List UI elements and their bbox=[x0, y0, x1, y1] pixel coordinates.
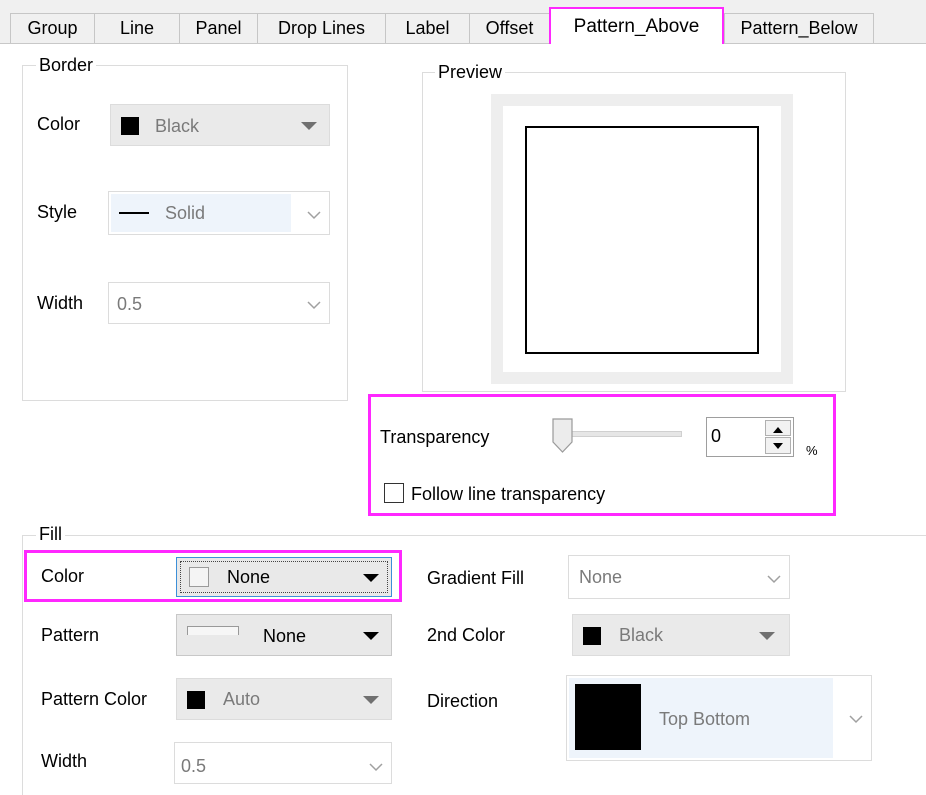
tab-drop-lines[interactable]: Drop Lines bbox=[257, 13, 386, 43]
tab-pattern-above-label: Pattern_Above bbox=[573, 15, 700, 37]
transparency-spinner[interactable]: 0 bbox=[706, 417, 794, 457]
second-color-combo[interactable]: Black bbox=[572, 614, 790, 656]
fill-color-combo[interactable]: None bbox=[176, 557, 392, 597]
transparency-slider-thumb[interactable] bbox=[552, 418, 574, 454]
tab-strip-baseline bbox=[0, 43, 926, 44]
border-group-legend: Border bbox=[36, 55, 97, 75]
transparency-slider-track[interactable] bbox=[556, 431, 682, 437]
tab-label-label: Label bbox=[405, 18, 450, 38]
preview-inner bbox=[503, 106, 781, 372]
focus-rect bbox=[180, 561, 388, 593]
tab-panel[interactable]: Panel bbox=[179, 13, 258, 43]
tab-panel-label: Panel bbox=[195, 18, 242, 38]
black-swatch-icon bbox=[121, 117, 139, 135]
border-width-combo[interactable]: 0.5 bbox=[108, 282, 330, 324]
gradient-fill-value: None bbox=[579, 567, 623, 587]
pattern-none-icon bbox=[187, 626, 239, 635]
spin-up-button[interactable] bbox=[765, 420, 791, 436]
gradient-fill-label: Gradient Fill bbox=[427, 568, 525, 588]
chevron-down-icon bbox=[767, 574, 781, 584]
tab-offset[interactable]: Offset bbox=[469, 13, 550, 43]
second-color-value: Black bbox=[619, 625, 664, 645]
preview-pattern-box bbox=[525, 126, 759, 354]
solid-line-icon bbox=[119, 212, 149, 214]
spin-down-button[interactable] bbox=[765, 437, 791, 454]
fill-width-value: 0.5 bbox=[181, 756, 207, 776]
fill-width-label: Width bbox=[41, 751, 88, 771]
gradient-preview-icon bbox=[575, 684, 641, 750]
follow-line-transparency-label: Follow line transparency bbox=[411, 484, 606, 504]
black-swatch-icon bbox=[187, 691, 205, 709]
black-swatch-icon bbox=[583, 627, 601, 645]
tab-pattern-below[interactable]: Pattern_Below bbox=[724, 13, 874, 43]
fill-pattern-color-value: Auto bbox=[223, 689, 261, 709]
fill-pattern-color-combo[interactable]: Auto bbox=[176, 678, 392, 720]
dropdown-arrow-icon bbox=[363, 632, 379, 640]
border-style-value: Solid bbox=[165, 203, 206, 223]
second-color-label: 2nd Color bbox=[427, 625, 506, 645]
fill-color-label: Color bbox=[41, 566, 85, 586]
fill-pattern-label: Pattern bbox=[41, 625, 100, 645]
fill-pattern-color-label: Pattern Color bbox=[41, 689, 148, 709]
border-style-label: Style bbox=[37, 202, 78, 222]
tab-pattern-below-label: Pattern_Below bbox=[740, 18, 858, 38]
transparency-label: Transparency bbox=[380, 427, 490, 447]
fill-group-legend: Fill bbox=[36, 524, 65, 544]
tab-label[interactable]: Label bbox=[385, 13, 470, 43]
fill-color-value: None bbox=[227, 567, 271, 587]
direction-value: Top Bottom bbox=[659, 709, 751, 729]
tab-offset-label: Offset bbox=[485, 18, 534, 38]
border-color-value: Black bbox=[155, 116, 200, 136]
chevron-down-icon bbox=[849, 714, 863, 724]
none-swatch-icon bbox=[189, 567, 209, 587]
transparency-unit: % bbox=[806, 443, 818, 458]
tab-line[interactable]: Line bbox=[94, 13, 180, 43]
tab-line-label: Line bbox=[119, 18, 155, 38]
border-width-label: Width bbox=[37, 293, 84, 313]
chevron-down-icon bbox=[369, 762, 383, 772]
preview-canvas bbox=[491, 94, 793, 384]
border-style-combo[interactable]: Solid bbox=[108, 191, 330, 235]
dropdown-arrow-icon bbox=[759, 632, 775, 640]
dropdown-arrow-icon bbox=[301, 122, 317, 130]
tab-group-label: Group bbox=[27, 18, 78, 38]
dropdown-arrow-icon bbox=[363, 696, 379, 704]
gradient-fill-combo[interactable]: None bbox=[568, 555, 790, 599]
tab-drop-lines-label: Drop Lines bbox=[277, 18, 366, 38]
chevron-down-icon bbox=[307, 300, 321, 310]
transparency-value: 0 bbox=[711, 426, 722, 446]
tab-group[interactable]: Group bbox=[10, 13, 95, 43]
dropdown-arrow-icon bbox=[363, 574, 379, 582]
border-width-value: 0.5 bbox=[117, 294, 143, 314]
direction-combo[interactable]: Top Bottom bbox=[566, 675, 872, 761]
chevron-down-icon bbox=[307, 210, 321, 220]
fill-width-combo[interactable]: 0.5 bbox=[174, 742, 392, 784]
follow-line-transparency-checkbox[interactable] bbox=[384, 483, 404, 503]
direction-label: Direction bbox=[427, 691, 499, 711]
border-color-combo[interactable]: Black bbox=[110, 104, 330, 146]
border-color-label: Color bbox=[37, 114, 81, 134]
tab-pattern-above[interactable]: Pattern_Above bbox=[549, 7, 724, 44]
fill-pattern-combo[interactable]: None bbox=[176, 614, 392, 656]
fill-pattern-value: None bbox=[263, 626, 307, 646]
preview-group-legend: Preview bbox=[435, 62, 506, 82]
